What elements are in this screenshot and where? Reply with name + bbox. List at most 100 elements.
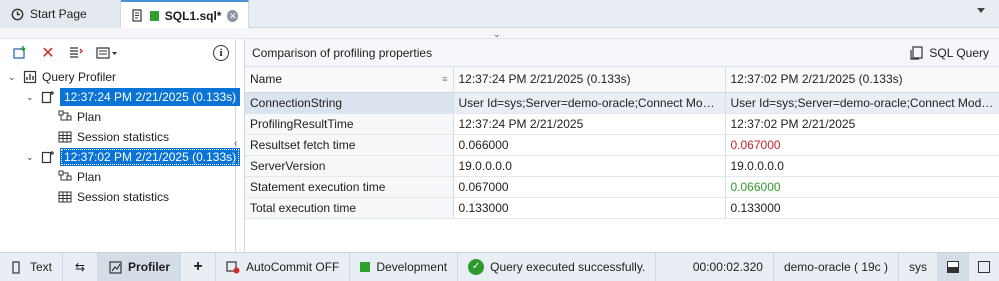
info-icon[interactable]: i [213, 45, 229, 61]
property-name-cell: Resultset fetch time [245, 134, 454, 156]
bottom-panel-layout-icon [947, 261, 959, 273]
table-grid-icon [58, 190, 72, 204]
tab-start-page-label: Start Page [30, 7, 87, 21]
success-check-icon: ✓ [468, 259, 485, 275]
tree-root-label: Query Profiler [42, 70, 117, 84]
tree-session-1-plan[interactable]: Plan [58, 107, 101, 127]
column-header-session-1[interactable]: 12:37:24 PM 2/21/2025 (0.133s) [453, 67, 726, 93]
plus-icon: + [193, 258, 203, 275]
layout-toggle-full[interactable] [969, 253, 999, 281]
execution-status-message: Query executed successfully. [490, 260, 646, 274]
property-value-cell: User Id=sys;Server=demo-oracle;Connect M… [453, 92, 726, 114]
close-tab-icon[interactable]: ✕ [227, 9, 238, 22]
document-tab-bar: Start Page SQL1.sql* ✕ [0, 0, 999, 29]
table-row[interactable]: Total execution time 0.133000 0.133000 [245, 197, 999, 219]
property-value-cell-decreased: 0.066000 [725, 176, 999, 198]
sql-document-icon [131, 9, 144, 23]
table-row[interactable]: Statement execution time 0.067000 0.0660… [245, 176, 999, 198]
delete-session-button[interactable]: ✕ [36, 42, 60, 64]
connection-info[interactable]: demo-oracle ( 19c ) [774, 252, 899, 281]
comparison-table: Name ≡ 12:37:24 PM 2/21/2025 (0.133s) 12… [245, 67, 999, 219]
connection-color-marker [150, 10, 159, 21]
property-value-cell-changed: 12:37:02 PM 2/21/2025 [725, 113, 999, 135]
compare-sessions-button[interactable] [64, 42, 88, 64]
tree-session-1-label: 12:37:24 PM 2/21/2025 (0.133s) [60, 88, 241, 106]
sql-query-button[interactable]: SQL Query [910, 46, 989, 60]
expand-chevron-down-icon[interactable]: ⌄ [26, 152, 36, 163]
user-info: sys [899, 252, 938, 281]
swap-arrows-icon: ⇆ [74, 260, 86, 274]
sort-icon[interactable]: ≡ [442, 74, 447, 84]
column-header-name[interactable]: Name ≡ [245, 67, 454, 93]
tree-session-2-statistics[interactable]: Session statistics [58, 187, 169, 207]
query-profiler-icon [23, 70, 37, 84]
status-bar-right-group: 00:00:02.320 demo-oracle ( 19c ) sys [683, 252, 999, 281]
profiler-toolbar: ✕ i [0, 39, 235, 67]
profiler-view-label: Profiler [128, 260, 171, 274]
environment-color-square [360, 262, 371, 272]
elapsed-time: 00:00:02.320 [683, 252, 774, 281]
autocommit-off-icon [226, 260, 240, 274]
plan-icon [58, 110, 72, 124]
execution-status: ✓ Query executed successfully. [458, 252, 657, 281]
add-view-button[interactable]: + [181, 252, 217, 281]
plan-icon [58, 170, 72, 184]
tree-session-2[interactable]: ⌄ 12:37:02 PM 2/21/2025 (0.133s) [26, 147, 241, 167]
property-value-cell: 0.067000 [453, 176, 726, 198]
autocommit-label: AutoCommit OFF [246, 260, 340, 274]
profiler-view-button[interactable]: Profiler [98, 252, 182, 281]
property-name-cell: Total execution time [245, 197, 454, 219]
session-icon [41, 150, 55, 164]
editor-collapse-strip[interactable]: ⌄ [0, 28, 999, 39]
table-row[interactable]: ServerVersion 19.0.0.0.0 19.0.0.0.0 [245, 155, 999, 177]
tree-session-1-statistics[interactable]: Session statistics [58, 127, 169, 147]
new-session-button[interactable] [8, 42, 32, 64]
text-view-button[interactable]: Text [0, 252, 64, 281]
tree-session-2-label: 12:37:02 PM 2/21/2025 (0.133s) [60, 148, 241, 166]
text-view-label: Text [30, 260, 53, 274]
sql-query-label: SQL Query [929, 45, 989, 60]
property-value-cell: User Id=sys;Server=demo-oracle;Connect M… [725, 92, 999, 114]
table-row[interactable]: ProfilingResultTime 12:37:24 PM 2/21/202… [245, 113, 999, 135]
tab-sql1-label: SQL1.sql* [164, 8, 222, 23]
tab-sql1[interactable]: SQL1.sql* ✕ [121, 0, 249, 29]
expand-chevron-down-icon[interactable]: ⌄ [26, 92, 36, 103]
property-value-cell: 12:37:24 PM 2/21/2025 [453, 113, 726, 135]
status-bar: Text ⇆ Profiler + AutoCommit OFF Develop… [0, 252, 999, 281]
tree-root-query-profiler[interactable]: ⌄ Query Profiler [8, 67, 116, 87]
table-grid-icon [58, 130, 72, 144]
autocommit-toggle[interactable]: AutoCommit OFF [216, 252, 351, 281]
property-value-cell: 19.0.0.0.0 [453, 155, 726, 177]
pane-splitter-chevron-left-icon[interactable]: ‹ [234, 138, 237, 149]
view-options-dropdown[interactable] [92, 42, 122, 64]
tree-plan-label: Plan [77, 170, 102, 184]
session-icon [41, 90, 55, 104]
property-name-cell: Statement execution time [245, 176, 454, 198]
tree-session-2-plan[interactable]: Plan [58, 167, 101, 187]
property-value-cell: 0.133000 [725, 197, 999, 219]
comparison-header: Comparison of profiling properties SQL Q… [245, 39, 999, 67]
property-value-cell: 0.133000 [453, 197, 726, 219]
column-header-name-label: Name [250, 72, 283, 87]
property-value-cell: 0.066000 [453, 134, 726, 156]
property-value-cell: 19.0.0.0.0 [725, 155, 999, 177]
table-row[interactable]: ConnectionString User Id=sys;Server=demo… [245, 92, 999, 114]
start-page-icon [10, 7, 24, 21]
comparison-title: Comparison of profiling properties [252, 45, 433, 60]
swap-view-button[interactable]: ⇆ [63, 252, 99, 281]
layout-toggle-bottom-panel[interactable] [938, 252, 969, 281]
expand-chevron-down-icon[interactable]: ⌄ [8, 72, 18, 83]
property-name-cell: ConnectionString [245, 92, 454, 114]
table-row[interactable]: Resultset fetch time 0.066000 0.067000 [245, 134, 999, 156]
tab-start-page[interactable]: Start Page [0, 0, 121, 28]
tree-plan-label: Plan [77, 110, 102, 124]
table-header-row: Name ≡ 12:37:24 PM 2/21/2025 (0.133s) 12… [245, 67, 999, 93]
column-header-session-2[interactable]: 12:37:02 PM 2/21/2025 (0.133s) [725, 67, 999, 93]
environment-indicator[interactable]: Development [350, 252, 459, 281]
tree-session-statistics-label: Session statistics [77, 130, 170, 144]
profiler-tree-pane: ✕ i ⌄ Query Profiler ⌄ 12:37:24 PM 2/21/… [0, 39, 241, 252]
comparison-pane: Comparison of profiling properties SQL Q… [244, 39, 999, 252]
tree-session-1[interactable]: ⌄ 12:37:24 PM 2/21/2025 (0.133s) [26, 87, 241, 107]
text-view-icon [10, 260, 24, 274]
tab-overflow-chevron-down-icon[interactable] [977, 8, 985, 13]
